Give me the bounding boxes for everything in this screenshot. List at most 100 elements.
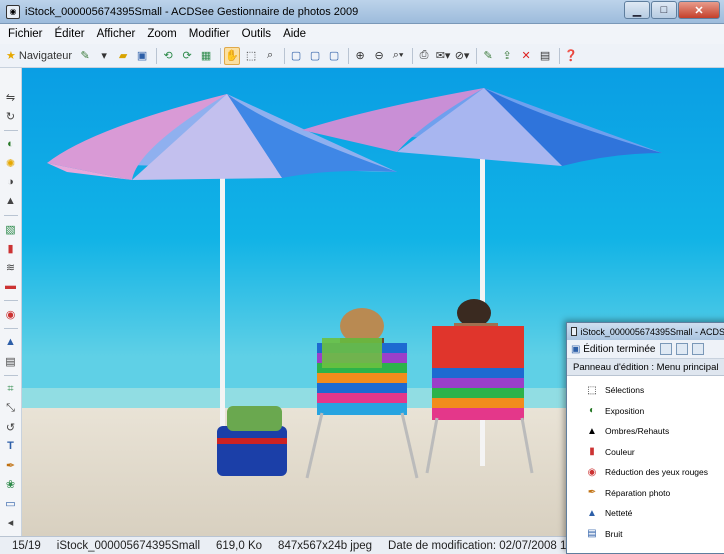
hand-icon[interactable]: ✋ xyxy=(224,46,241,65)
chair-right xyxy=(432,326,524,420)
repair-icon[interactable]: T xyxy=(4,439,18,453)
tools-separator xyxy=(3,375,18,376)
window-title: iStock_000005674395Small - ACDSee Gestio… xyxy=(25,5,359,18)
contrast-icon[interactable]: ◑ xyxy=(4,175,18,189)
navigator-button[interactable]: ★ Navigateur xyxy=(4,47,74,65)
edit-panel-titlebar[interactable]: iStock_000005674395Small - ACDSee xyxy=(567,323,724,340)
menu-outils[interactable]: Outils xyxy=(242,28,271,40)
delete-icon[interactable]: ✕ xyxy=(518,47,534,65)
menu-item-exposure[interactable]: ◐ Exposition xyxy=(585,401,724,422)
sharpen-icon[interactable]: ▲ xyxy=(4,335,18,349)
dropdown-icon[interactable]: ▾ xyxy=(96,47,112,65)
frame-icon[interactable]: ❀ xyxy=(4,477,18,491)
full-screen-icon[interactable]: ▢ xyxy=(326,47,342,65)
blur-icon[interactable]: ▤ xyxy=(4,354,18,368)
navigator-label: Navigateur xyxy=(18,49,73,62)
zoom-menu-icon[interactable]: ⌕▾ xyxy=(390,47,406,65)
menu-item-selections[interactable]: ⬚ Sélections xyxy=(585,380,724,401)
status-filename: iStock_000005674395Small xyxy=(56,539,200,552)
fit-icon[interactable]: ▢ xyxy=(288,47,304,65)
menu-item-color[interactable]: ▮ Couleur xyxy=(585,442,724,463)
main-toolbar: ★ Navigateur ✎ ▾ ▰ ▣ ⟲ ⟳ ▦ ✋ ⬚ ⌕ ▢ ▢ ▢ ⊕… xyxy=(0,44,724,68)
color-icon[interactable]: ▧ xyxy=(4,222,18,236)
email-icon[interactable]: ✉▾ xyxy=(435,47,451,65)
curves-icon[interactable]: ≋ xyxy=(4,260,18,274)
flip-icon[interactable]: ⇋ xyxy=(4,90,18,104)
save-icon[interactable] xyxy=(659,343,672,355)
minimize-button[interactable]: ▁ xyxy=(624,1,650,19)
help-icon[interactable]: ❓ xyxy=(563,47,579,65)
resize-icon[interactable]: ⤡ xyxy=(4,401,18,415)
effects-icon[interactable]: ✒ xyxy=(4,458,18,472)
save-as-icon[interactable] xyxy=(675,343,688,355)
maximize-button[interactable]: □ xyxy=(651,1,677,19)
edit-icon[interactable]: ✎ xyxy=(77,47,93,65)
done-label: Édition terminée xyxy=(583,343,656,355)
app-icon[interactable]: ◉ xyxy=(6,4,20,19)
menu-bar: Fichier Éditer Afficher Zoom Modifier Ou… xyxy=(0,24,724,44)
noise-icon: ▤ xyxy=(587,528,597,540)
shadows-icon[interactable]: ▲ xyxy=(4,194,18,208)
properties-icon[interactable]: ▤ xyxy=(537,47,553,65)
edit-photo-icon[interactable]: ✎ xyxy=(480,47,496,65)
toolbar-separator xyxy=(156,47,158,64)
hsl-icon[interactable]: ▬ xyxy=(4,279,18,293)
save-icon[interactable]: ▣ xyxy=(134,47,150,65)
more-icon[interactable]: ▭ xyxy=(4,496,18,510)
tools-separator xyxy=(3,215,18,216)
sharpen-icon: ▲ xyxy=(587,507,597,519)
done-icon: ▣ xyxy=(571,343,581,355)
batch-icon[interactable]: ▦ xyxy=(198,47,214,65)
toolbar-separator xyxy=(559,47,561,64)
text-icon[interactable]: ↺ xyxy=(4,420,18,434)
crop-icon[interactable]: ⌗ xyxy=(4,382,18,396)
window-controls: ▁ □ ✕ xyxy=(623,1,720,19)
shadows-icon: ▲ xyxy=(587,425,597,437)
menu-editer[interactable]: Éditer xyxy=(55,28,85,40)
menu-fichier[interactable]: Fichier xyxy=(8,28,43,40)
edit-panel-window[interactable]: iStock_000005674395Small - ACDSee ▣ Édit… xyxy=(566,322,724,554)
close-button[interactable]: ✕ xyxy=(678,1,720,19)
actual-size-icon[interactable]: ▢ xyxy=(307,47,323,65)
menu-item-repair[interactable]: ✒ Réparation photo xyxy=(585,483,724,504)
tools-separator xyxy=(3,300,18,301)
menu-aide[interactable]: Aide xyxy=(283,28,306,40)
menu-zoom[interactable]: Zoom xyxy=(147,28,176,40)
rotate-icon[interactable] xyxy=(691,343,704,355)
levels-icon[interactable]: ▮ xyxy=(4,241,18,255)
done-button[interactable]: ▣ Édition terminée xyxy=(571,344,656,355)
status-dimensions: 847x567x24b jpeg xyxy=(278,539,373,552)
rotate-left-icon[interactable]: ⟲ xyxy=(160,47,176,65)
menu-afficher[interactable]: Afficher xyxy=(97,28,136,40)
toolbar-separator xyxy=(476,47,478,64)
edit-tools-bar: ⇋ ↻ ◐ ✺ ◑ ▲ ▧ ▮ ≋ ▬ ◉ ▲ ▤ ⌗ ⤡ ↺ T ✒ ❀ ▭ … xyxy=(0,68,22,536)
image-position: 15/19 xyxy=(12,539,41,552)
tools-separator xyxy=(3,130,18,131)
open-icon[interactable]: ▰ xyxy=(115,47,131,65)
menu-item-shadows[interactable]: ▲ Ombres/Rehauts xyxy=(585,421,724,442)
rotate-icon[interactable]: ↻ xyxy=(4,109,18,123)
light-icon[interactable]: ✺ xyxy=(4,156,18,170)
scroll-left-icon[interactable]: ◂ xyxy=(4,515,18,529)
menu-item-noise[interactable]: ▤ Bruit xyxy=(585,524,724,545)
zoom-in-icon[interactable]: ⊕ xyxy=(352,47,368,65)
red-eye-icon: ◉ xyxy=(587,466,597,478)
zoom-out-icon[interactable]: ⊖ xyxy=(371,47,387,65)
red-eye-icon[interactable]: ◉ xyxy=(4,307,18,321)
menu-modifier[interactable]: Modifier xyxy=(189,28,230,40)
zoom-tool-icon[interactable]: ⌕ xyxy=(262,47,278,65)
menu-item-label: Réparation photo xyxy=(605,487,671,498)
menu-item-label: Bruit xyxy=(605,528,623,539)
menu-item-sharpen[interactable]: ▲ Netteté xyxy=(585,503,724,524)
edit-panel-header: Panneau d'édition : Menu principal xyxy=(567,359,724,376)
export-icon[interactable]: ⇪ xyxy=(499,47,515,65)
select-icon[interactable]: ⬚ xyxy=(243,47,259,65)
print-icon[interactable]: ⎙ xyxy=(416,47,432,65)
exposure-icon[interactable]: ◐ xyxy=(4,137,18,151)
share-icon[interactable]: ⊘▾ xyxy=(454,47,470,65)
rotate-right-icon[interactable]: ⟳ xyxy=(179,47,195,65)
menu-item-red-eye[interactable]: ◉ Réduction des yeux rouges xyxy=(585,462,724,483)
toolbar-separator xyxy=(412,47,414,64)
menu-item-label: Réduction des yeux rouges xyxy=(605,467,709,478)
exposure-icon: ◐ xyxy=(588,405,596,417)
